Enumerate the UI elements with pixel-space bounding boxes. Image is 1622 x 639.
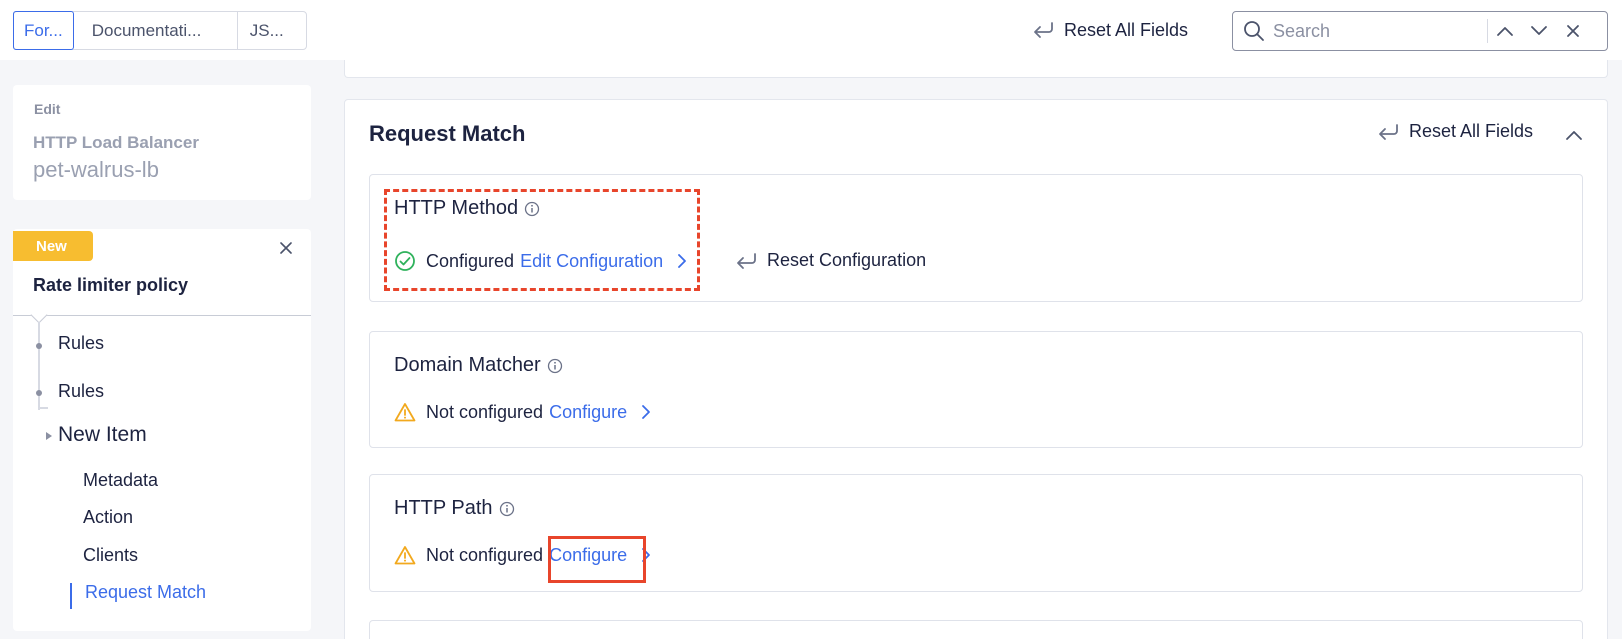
view-tabs: For... Documentati... JS... bbox=[13, 11, 307, 50]
reset-all-fields-button[interactable]: Reset All Fields bbox=[1032, 17, 1188, 43]
tab-json[interactable]: JS... bbox=[238, 12, 306, 49]
field-title: HTTP Method bbox=[394, 197, 540, 220]
nav-item-request-match[interactable]: Request Match bbox=[85, 582, 206, 603]
info-icon[interactable] bbox=[499, 501, 515, 517]
tree-dot bbox=[36, 343, 42, 349]
new-badge: New bbox=[13, 231, 93, 261]
top-bar: For... Documentati... JS... Reset All Fi… bbox=[0, 0, 1622, 60]
field-title-text: Domain Matcher bbox=[394, 354, 541, 376]
field-http-method: HTTP Method Configured Edit Configuratio… bbox=[369, 174, 1583, 302]
nav-item-rules[interactable]: Rules bbox=[58, 381, 104, 402]
search-icon bbox=[1241, 18, 1267, 44]
nav-item-action[interactable]: Action bbox=[83, 507, 133, 528]
nav-item-rules[interactable]: Rules bbox=[58, 333, 104, 354]
status-text: Not configured bbox=[426, 544, 544, 565]
load-balancer-type: HTTP Load Balancer bbox=[33, 133, 199, 152]
reset-configuration-label: Reset Configuration bbox=[767, 250, 927, 270]
request-match-section: Request Match Reset All Fields HTTP Meth… bbox=[344, 99, 1608, 639]
configure-link[interactable]: Configure bbox=[549, 545, 627, 566]
tab-form[interactable]: For... bbox=[13, 11, 74, 50]
close-icon[interactable] bbox=[277, 239, 295, 257]
chevron-right-icon[interactable] bbox=[675, 252, 689, 270]
edit-configuration-link[interactable]: Edit Configuration bbox=[520, 251, 663, 272]
tree-line bbox=[38, 322, 40, 410]
warning-icon bbox=[394, 544, 416, 566]
reset-configuration-button[interactable]: Reset Configuration bbox=[735, 250, 926, 271]
tree-dot bbox=[36, 390, 42, 396]
info-icon[interactable] bbox=[547, 358, 563, 374]
field-title: Domain Matcher bbox=[394, 354, 563, 377]
status-row: Not configured Configure bbox=[394, 401, 653, 423]
status-row: Not configured Configure bbox=[394, 544, 653, 566]
search-box bbox=[1232, 11, 1608, 51]
previous-section-card bbox=[344, 60, 1608, 78]
status-text: Configured bbox=[426, 250, 515, 271]
undo-icon bbox=[735, 252, 757, 270]
section-reset-all-button[interactable]: Reset All Fields bbox=[1377, 121, 1533, 142]
next-field-card bbox=[369, 620, 1583, 639]
undo-icon bbox=[1032, 21, 1054, 39]
field-title: HTTP Path bbox=[394, 497, 515, 520]
search-input[interactable] bbox=[1273, 20, 1483, 42]
chevron-right-icon[interactable] bbox=[639, 403, 653, 421]
load-balancer-name: pet-walrus-lb bbox=[33, 157, 159, 182]
field-title-text: HTTP Path bbox=[394, 497, 493, 519]
edit-label: Edit bbox=[34, 101, 61, 117]
field-domain-matcher: Domain Matcher Not configured Configure bbox=[369, 331, 1583, 448]
tree-elbow bbox=[38, 407, 48, 409]
policy-nav-card: New Rate limiter policy Rules Rules New … bbox=[13, 229, 311, 631]
status-text: Not configured bbox=[426, 401, 544, 422]
nav-item-new-item[interactable]: New Item bbox=[58, 423, 147, 447]
warning-icon bbox=[394, 401, 416, 423]
policy-title: Rate limiter policy bbox=[33, 275, 189, 295]
section-title: Request Match bbox=[369, 121, 526, 146]
nav-item-clients[interactable]: Clients bbox=[83, 545, 138, 566]
tab-documentation[interactable]: Documentati... bbox=[74, 12, 238, 49]
tree-arrow-icon bbox=[46, 432, 52, 440]
chevron-down-icon[interactable] bbox=[1522, 16, 1556, 46]
close-icon[interactable] bbox=[1556, 16, 1590, 46]
chevron-right-icon[interactable] bbox=[639, 546, 653, 564]
status-row: Configured Edit Configuration bbox=[394, 250, 689, 272]
check-circle-icon bbox=[394, 250, 416, 272]
field-http-path: HTTP Path Not configured Configure bbox=[369, 474, 1583, 592]
nav-item-metadata[interactable]: Metadata bbox=[83, 470, 158, 491]
undo-icon bbox=[1377, 123, 1399, 141]
reset-all-fields-label: Reset All Fields bbox=[1064, 19, 1189, 40]
active-indicator bbox=[70, 583, 72, 609]
configure-link[interactable]: Configure bbox=[549, 402, 627, 423]
chevron-up-icon[interactable] bbox=[1563, 124, 1585, 146]
field-title-text: HTTP Method bbox=[394, 197, 519, 219]
divider bbox=[13, 315, 311, 316]
edit-summary-card: Edit HTTP Load Balancer pet-walrus-lb bbox=[13, 85, 311, 200]
section-reset-label: Reset All Fields bbox=[1409, 121, 1534, 141]
divider-notch bbox=[30, 306, 48, 324]
info-icon[interactable] bbox=[524, 201, 540, 217]
chevron-up-icon[interactable] bbox=[1488, 16, 1522, 46]
